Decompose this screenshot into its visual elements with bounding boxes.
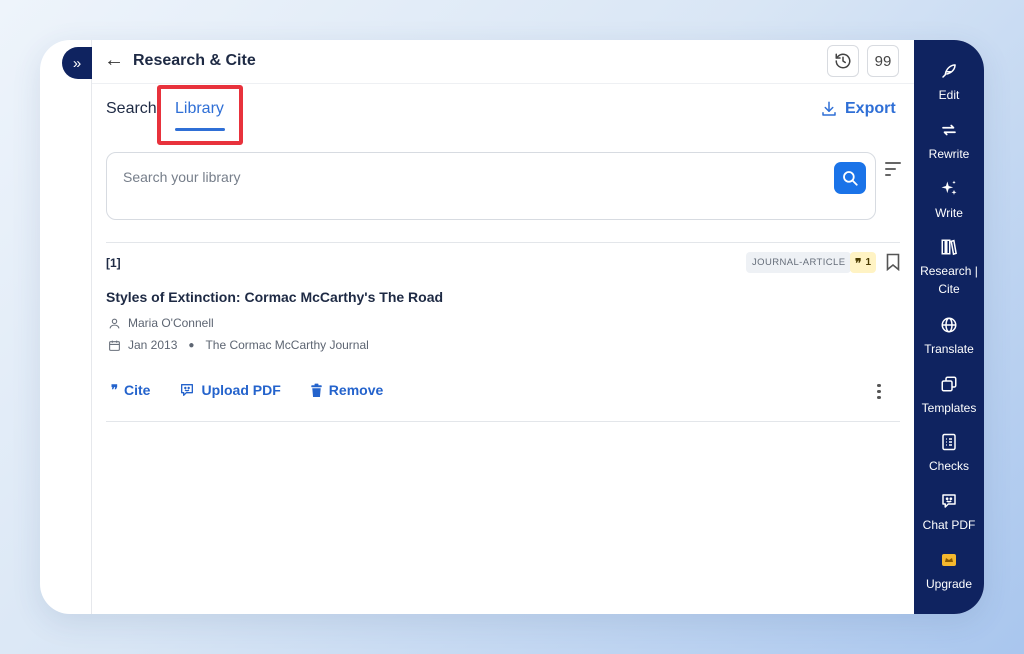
citation-style-button[interactable]: 99 <box>867 45 899 77</box>
sidebar-item-chat-pdf[interactable]: Chat PDF <box>914 490 984 534</box>
search-button[interactable] <box>834 162 866 194</box>
author-row: Maria O'Connell <box>108 316 214 330</box>
quote-icon: ❞ <box>855 255 862 270</box>
quote-style-label: 99 <box>874 52 892 70</box>
remove-button[interactable]: Remove <box>310 382 383 398</box>
sidebar-item-upgrade[interactable]: Upgrade <box>914 549 984 593</box>
item-actions: ❞ Cite Upload PDF Remove <box>111 382 412 398</box>
upload-pdf-button[interactable]: Upload PDF <box>179 382 281 398</box>
more-options-icon[interactable] <box>876 384 882 401</box>
rewrite-icon <box>914 119 984 141</box>
left-gutter <box>40 40 92 614</box>
chat-icon <box>914 490 984 512</box>
calendar-icon <box>109 340 120 351</box>
app-window: » ← Research & Cite 99 Search Library Ex… <box>40 40 984 614</box>
cite-label: Cite <box>124 382 151 398</box>
tool-sidebar: Edit Rewrite Write Research | Cite Trans… <box>914 40 984 614</box>
remove-label: Remove <box>328 382 384 398</box>
trash-icon <box>311 383 322 397</box>
sidebar-item-translate[interactable]: Translate <box>914 314 984 358</box>
library-search-input[interactable] <box>123 169 723 185</box>
sort-filter-icon[interactable] <box>885 162 901 180</box>
sidebar-item-edit[interactable]: Edit <box>914 60 984 104</box>
history-button[interactable] <box>827 45 859 77</box>
crown-icon <box>914 549 984 571</box>
feather-icon <box>914 60 984 82</box>
templates-icon <box>914 373 984 395</box>
sidebar-item-research-cite[interactable]: Research | Cite <box>914 236 984 298</box>
user-icon <box>109 318 120 328</box>
reference-number: [1] <box>106 256 121 270</box>
upload-pdf-label: Upload PDF <box>201 382 281 398</box>
history-icon <box>835 53 851 69</box>
quote-icon: ❞ <box>111 382 118 398</box>
download-icon <box>822 101 836 116</box>
chat-upload-icon <box>181 384 194 396</box>
sidebar-label-research: Research | <box>920 264 978 278</box>
sidebar-label-write: Write <box>935 206 963 220</box>
sidebar-label-templates: Templates <box>921 401 977 415</box>
library-search-box <box>106 152 876 220</box>
sidebar-label-cite: Cite <box>938 282 960 296</box>
sidebar-item-write[interactable]: Write <box>914 178 984 222</box>
double-chevron-right-icon: » <box>72 54 82 72</box>
sidebar-label-rewrite: Rewrite <box>928 147 970 161</box>
tab-search[interactable]: Search <box>106 100 157 118</box>
search-icon <box>843 171 858 186</box>
publication-date: Jan 2013 <box>128 338 178 352</box>
cite-button[interactable]: ❞ Cite <box>111 382 150 398</box>
sidebar-item-rewrite[interactable]: Rewrite <box>914 119 984 163</box>
checklist-icon <box>914 431 984 453</box>
journal-name: The Cormac McCarthy Journal <box>205 338 369 352</box>
citation-count-badge: ❞ 1 <box>850 252 877 273</box>
books-icon <box>914 236 984 258</box>
citation-count: 1 <box>865 257 872 268</box>
sidebar-label-translate: Translate <box>924 342 974 356</box>
library-tab-highlight-box <box>157 85 243 145</box>
sidebar-label-chat-pdf: Chat PDF <box>922 518 976 532</box>
bookmark-icon[interactable] <box>886 253 900 276</box>
export-label: Export <box>845 100 896 117</box>
sidebar-item-templates[interactable]: Templates <box>914 373 984 417</box>
sidebar-label-checks: Checks <box>928 459 969 473</box>
sidebar-label-edit: Edit <box>938 88 960 102</box>
expand-sidebar-button[interactable]: » <box>62 47 92 79</box>
export-button[interactable]: Export <box>820 100 896 118</box>
sidebar-item-checks[interactable]: Checks <box>914 431 984 475</box>
sparkles-icon <box>914 178 984 200</box>
divider <box>106 421 900 422</box>
article-title[interactable]: Styles of Extinction: Cormac McCarthy's … <box>106 289 443 305</box>
page-title: Research & Cite <box>133 52 256 69</box>
back-arrow-icon[interactable]: ← <box>104 49 124 72</box>
sidebar-label-upgrade: Upgrade <box>925 577 973 591</box>
author-name: Maria O'Connell <box>128 316 214 330</box>
globe-icon <box>914 314 984 336</box>
separator-dot: ● <box>188 339 195 351</box>
type-badge: JOURNAL-ARTICLE <box>746 252 852 273</box>
panel-header: ← Research & Cite 99 <box>92 40 914 84</box>
divider <box>106 242 900 243</box>
date-journal-row: Jan 2013 ● The Cormac McCarthy Journal <box>108 338 369 352</box>
